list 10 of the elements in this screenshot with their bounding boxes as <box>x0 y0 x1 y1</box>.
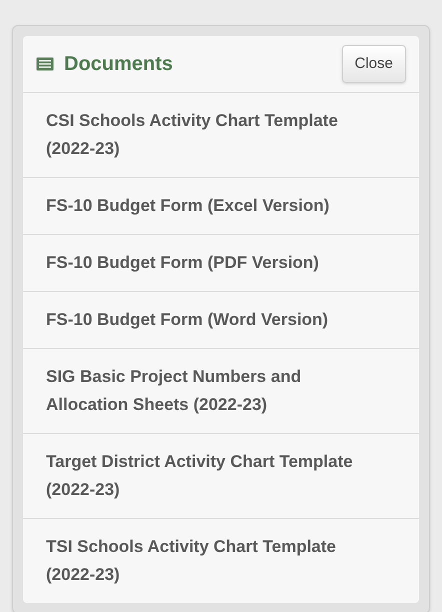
document-link[interactable]: FS-10 Budget Form (PDF Version) <box>46 249 396 277</box>
document-link[interactable]: FS-10 Budget Form (Word Version) <box>46 306 396 334</box>
document-link[interactable]: Target District Activity Chart Template (2022-23) <box>46 448 396 504</box>
document-link[interactable]: CSI Schools Activity Chart Template (2022-23) <box>46 107 396 163</box>
close-button[interactable]: Close <box>342 44 406 84</box>
list-icon <box>36 57 54 71</box>
document-link[interactable]: TSI Schools Activity Chart Template (2022-23) <box>46 533 396 589</box>
document-link[interactable]: FS-10 Budget Form (Excel Version) <box>46 192 396 220</box>
document-link[interactable]: SIG Basic Project Numbers and Allocation Sheets (2022-23) <box>46 363 396 419</box>
panel-title: Documents <box>64 52 173 77</box>
